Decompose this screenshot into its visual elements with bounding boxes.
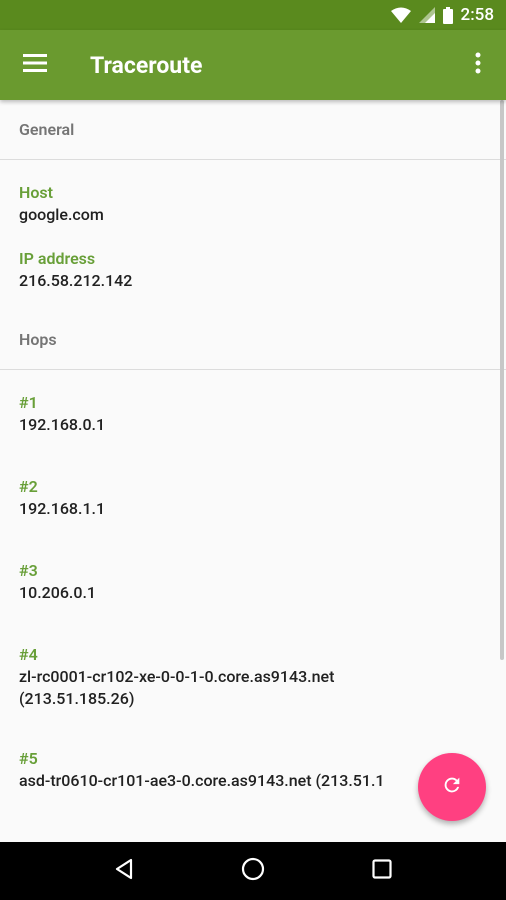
hop-value: 192.168.0.1: [19, 415, 106, 434]
refresh-button[interactable]: [418, 753, 486, 821]
overflow-menu-button[interactable]: [450, 30, 506, 100]
hop-item[interactable]: #1 192.168.0.1: [0, 370, 506, 454]
section-header-hops: Hops: [0, 310, 506, 370]
hamburger-menu-icon: [23, 54, 47, 76]
hop-item[interactable]: #2 192.168.1.1: [0, 454, 506, 538]
refresh-icon: [441, 774, 463, 800]
ip-value: 216.58.212.142: [19, 271, 133, 290]
more-vert-icon: [475, 52, 481, 78]
back-button[interactable]: [94, 842, 154, 900]
back-triangle-icon: [113, 858, 135, 884]
ip-label: IP address: [19, 249, 96, 268]
recents-square-icon: [372, 859, 392, 883]
cellular-signal-icon: [418, 7, 435, 23]
host-label: Host: [19, 183, 53, 202]
hop-value: zl-rc0001-cr102-xe-0-0-1-0.core.as9143.n…: [19, 667, 335, 708]
status-time: 2:58: [460, 5, 494, 25]
hop-label: #5: [19, 749, 38, 768]
hop-label: #1: [19, 393, 38, 412]
host-item[interactable]: Host google.com: [0, 160, 506, 226]
battery-icon: [442, 6, 453, 24]
hop-value: asd-tr0610-cr101-ae3-0.core.as9143.net (…: [19, 771, 385, 790]
hop-item[interactable]: #4 zl-rc0001-cr102-xe-0-0-1-0.core.as914…: [0, 622, 506, 726]
hop-value: 192.168.1.1: [19, 499, 106, 518]
hop-label: #2: [19, 477, 38, 496]
host-value: google.com: [19, 205, 104, 224]
recents-button[interactable]: [352, 842, 412, 900]
hop-label: #4: [19, 645, 38, 664]
hop-label: #3: [19, 561, 38, 580]
hop-item[interactable]: #3 10.206.0.1: [0, 538, 506, 622]
home-circle-icon: [241, 857, 265, 885]
status-bar: 2:58: [0, 0, 506, 30]
section-header-general: General: [0, 100, 506, 160]
hop-value: 10.206.0.1: [19, 583, 96, 602]
menu-button[interactable]: [0, 30, 70, 100]
home-button[interactable]: [223, 842, 283, 900]
ip-item[interactable]: IP address 216.58.212.142: [0, 226, 506, 310]
content-list[interactable]: General Host google.com IP address 216.5…: [0, 100, 506, 842]
scrollbar[interactable]: [500, 100, 504, 660]
navigation-bar: [0, 842, 506, 900]
page-title: Traceroute: [90, 51, 203, 79]
app-bar: Traceroute: [0, 30, 506, 100]
wifi-icon: [390, 7, 411, 23]
